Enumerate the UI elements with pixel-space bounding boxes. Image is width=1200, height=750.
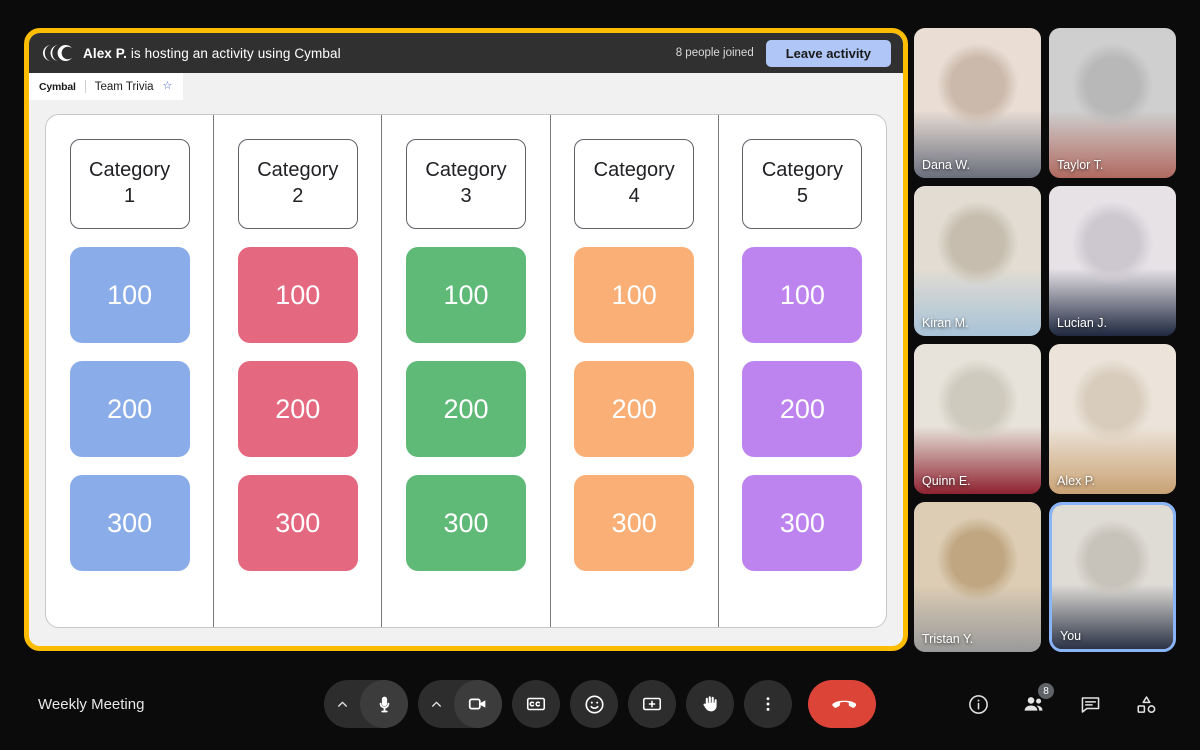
- participant-name-label: You: [1060, 629, 1082, 643]
- participant-tile[interactable]: Tristan Y.: [914, 502, 1041, 652]
- leave-activity-button[interactable]: Leave activity: [765, 39, 891, 67]
- star-icon[interactable]: ☆: [163, 81, 173, 92]
- category-card[interactable]: Category 4: [574, 139, 695, 229]
- board-column: Category 5 100 200 300: [719, 115, 886, 627]
- value-tile[interactable]: 200: [406, 361, 526, 457]
- value-tile[interactable]: 300: [574, 475, 695, 571]
- category-number: 1: [124, 185, 136, 207]
- value-tile[interactable]: 200: [69, 361, 190, 457]
- camera-options-chevron-up-icon[interactable]: [418, 680, 454, 728]
- participant-video: [1049, 344, 1176, 494]
- value-tile[interactable]: 100: [237, 247, 358, 343]
- category-card[interactable]: Category 3: [406, 139, 526, 229]
- category-label: Category: [425, 159, 507, 182]
- participant-video: [914, 186, 1041, 336]
- participant-tile[interactable]: Dana W.: [914, 28, 1041, 178]
- category-card[interactable]: Category 1: [69, 139, 190, 229]
- activities-button[interactable]: [1126, 684, 1166, 724]
- value-tile[interactable]: 100: [406, 247, 526, 343]
- participants-button[interactable]: 8: [1014, 683, 1054, 724]
- activity-tab-team-trivia[interactable]: Cymbal Team Trivia ☆: [29, 73, 184, 100]
- chat-button[interactable]: [1070, 684, 1110, 724]
- trivia-board-area: Category 1 100 200 300 Category 2 100 200 300 Cate…: [29, 100, 903, 646]
- value-tile[interactable]: 200: [574, 361, 695, 457]
- category-label: Category: [761, 159, 843, 182]
- participant-video: [1049, 186, 1176, 336]
- category-label: Category: [257, 159, 339, 182]
- participant-tile[interactable]: Kiran M.: [914, 186, 1041, 336]
- value-tile[interactable]: 100: [574, 247, 695, 343]
- activity-header-actions: 8 people joined Leave activity: [675, 39, 891, 67]
- raise-hand-button[interactable]: [686, 680, 734, 728]
- host-name: Alex P.: [83, 45, 127, 61]
- more-options-button[interactable]: [744, 680, 792, 728]
- participant-name-label: Kiran M.: [922, 316, 969, 330]
- reactions-button[interactable]: [570, 680, 618, 728]
- participant-name-label: Taylor T.: [1057, 158, 1104, 172]
- category-card[interactable]: Category 5: [742, 139, 863, 229]
- participant-video: [914, 502, 1041, 652]
- participants-count-badge: 8: [1038, 683, 1054, 699]
- participant-video: [1049, 28, 1176, 178]
- value-tile[interactable]: 300: [406, 475, 526, 571]
- category-number: 3: [460, 185, 472, 207]
- host-text-rest: is hosting an activity using Cymbal: [126, 45, 341, 61]
- participant-tile-self[interactable]: You: [1049, 502, 1176, 652]
- joined-count-label: 8 people joined: [675, 47, 754, 59]
- value-tile[interactable]: 100: [69, 247, 190, 343]
- end-call-button[interactable]: [808, 680, 876, 728]
- camera-button[interactable]: [454, 680, 502, 728]
- participant-name-label: Alex P.: [1057, 474, 1095, 488]
- value-tile[interactable]: 200: [742, 361, 863, 457]
- activity-host-label: Alex P. is hosting an activity using Cym…: [83, 46, 341, 61]
- participant-name-label: Tristan Y.: [922, 632, 974, 646]
- value-tile[interactable]: 200: [237, 361, 358, 457]
- participant-video: [914, 344, 1041, 494]
- bottom-toolbar: Weekly Meeting 8: [0, 658, 1200, 750]
- participant-tile[interactable]: Lucian J.: [1049, 186, 1176, 336]
- participant-video: [914, 28, 1041, 178]
- value-tile[interactable]: 300: [742, 475, 863, 571]
- microphone-control[interactable]: [324, 680, 408, 728]
- participant-name-label: Dana W.: [922, 158, 970, 172]
- board-column: Category 4 100 200 300: [551, 115, 719, 627]
- category-number: 4: [628, 185, 640, 207]
- category-label: Category: [89, 159, 171, 182]
- meet-window: Alex P. is hosting an activity using Cym…: [0, 0, 1200, 750]
- category-number: 5: [796, 185, 808, 207]
- activity-panel: Alex P. is hosting an activity using Cym…: [24, 28, 908, 651]
- category-card[interactable]: Category 2: [237, 139, 358, 229]
- board-column: Category 3 100 200 300: [382, 115, 551, 627]
- tab-brand-label: Cymbal: [39, 80, 76, 93]
- activity-tabbar: Cymbal Team Trivia ☆: [29, 73, 903, 100]
- microphone-options-chevron-up-icon[interactable]: [324, 680, 360, 728]
- call-controls: [324, 680, 876, 728]
- value-tile[interactable]: 100: [742, 247, 863, 343]
- participant-name-label: Lucian J.: [1057, 316, 1108, 330]
- meeting-details-button[interactable]: [958, 684, 998, 724]
- participant-name-label: Quinn E.: [922, 474, 971, 488]
- tab-title-label: Team Trivia: [94, 80, 154, 93]
- value-tile[interactable]: 300: [69, 475, 190, 571]
- participant-tile[interactable]: Alex P.: [1049, 344, 1176, 494]
- participant-tile[interactable]: Taylor T.: [1049, 28, 1176, 178]
- trivia-board: Category 1 100 200 300 Category 2 100 200 300 Cate…: [45, 114, 887, 628]
- category-number: 2: [292, 185, 304, 207]
- category-label: Category: [593, 159, 675, 182]
- board-column: Category 1 100 200 300: [46, 115, 215, 627]
- cymbal-logo: [43, 44, 73, 62]
- meeting-tools: 8: [958, 683, 1166, 724]
- meeting-name-label: Weekly Meeting: [38, 695, 145, 713]
- camera-control[interactable]: [418, 680, 502, 728]
- participant-grid: Dana W. Taylor T. Kiran M. Lucian J. Quinn E…: [914, 28, 1176, 652]
- activity-header: Alex P. is hosting an activity using Cym…: [29, 33, 903, 73]
- participant-tile[interactable]: Quinn E.: [914, 344, 1041, 494]
- captions-button[interactable]: [512, 680, 560, 728]
- present-button[interactable]: [628, 680, 676, 728]
- microphone-button[interactable]: [360, 680, 408, 728]
- participant-video: [1052, 505, 1173, 649]
- value-tile[interactable]: 300: [237, 475, 358, 571]
- board-column: Category 2 100 200 300: [214, 115, 383, 627]
- tab-divider: [84, 80, 86, 93]
